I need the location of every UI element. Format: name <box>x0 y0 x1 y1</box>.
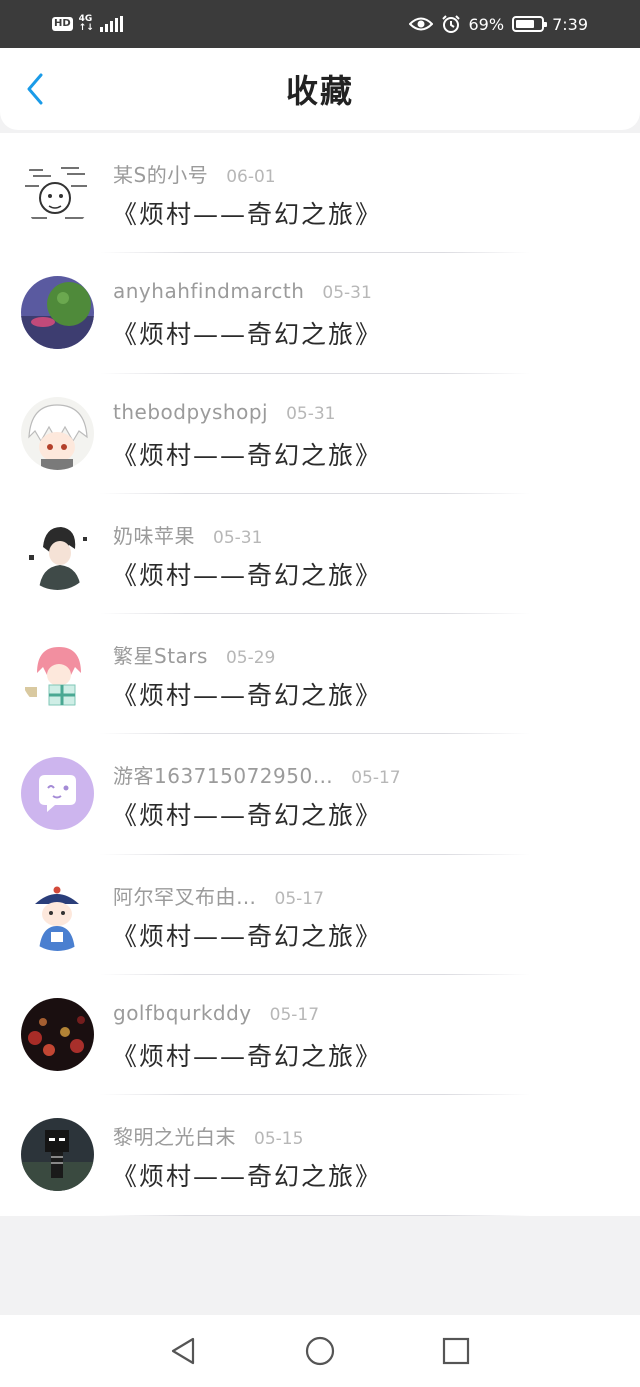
username: 阿尔罕叉布由… <box>113 884 257 909</box>
item-title: 《烦村——奇幻之旅》 <box>112 921 383 951</box>
item-title: 《烦村——奇幻之旅》 <box>112 320 383 350</box>
item-meta: 游客163715072950… 05-17 <box>113 760 401 789</box>
back-button[interactable] <box>20 72 50 106</box>
list-item[interactable]: thebodpyshopj 05-31 《烦村——奇幻之旅》 <box>0 374 640 494</box>
list-item[interactable]: 游客163715072950… 05-17 《烦村——奇幻之旅》 <box>0 734 640 855</box>
item-title: 《烦村——奇幻之旅》 <box>112 681 383 711</box>
avatar[interactable] <box>21 276 94 350</box>
item-meta: 繁星Stars 05-29 <box>113 640 275 669</box>
date: 05-17 <box>351 768 401 789</box>
qing-official-cartoon-avatar-icon <box>21 877 94 951</box>
username: 奶味苹果 <box>113 523 195 548</box>
avatar[interactable] <box>21 637 94 711</box>
username: 某S的小号 <box>113 163 209 187</box>
item-title: 《烦村——奇幻之旅》 <box>112 1042 383 1072</box>
divider <box>100 1214 530 1216</box>
list-item[interactable]: anyhahfindmarcth 05-31 《烦村——奇幻之旅》 <box>0 253 640 374</box>
username: 游客163715072950… <box>113 764 334 789</box>
signal-icon <box>99 16 123 32</box>
green-planet-avatar-icon <box>21 276 94 350</box>
item-meta: anyhahfindmarcth 05-31 <box>113 279 372 303</box>
date: 05-31 <box>322 283 372 304</box>
avatar[interactable] <box>21 156 94 229</box>
date: 05-15 <box>254 1129 304 1150</box>
date: 05-31 <box>286 403 336 424</box>
purple-chat-bubble-avatar-icon <box>21 757 94 831</box>
item-meta: 奶味苹果 05-31 <box>113 520 262 549</box>
header: 收藏 <box>0 48 640 130</box>
square-recents-icon[interactable] <box>440 1335 472 1367</box>
page-title: 收藏 <box>285 72 354 110</box>
list-item[interactable]: 繁星Stars 05-29 《烦村——奇幻之旅》 <box>0 614 640 735</box>
clock-time: 7:39 <box>552 14 588 34</box>
item-title: 《烦村——奇幻之旅》 <box>112 801 383 831</box>
item-title: 《烦村——奇幻之旅》 <box>112 560 383 590</box>
username: golfbqurkddy <box>113 1001 252 1026</box>
item-meta: 黎明之光白末 05-15 <box>113 1121 303 1150</box>
hd-badge: HD <box>52 17 73 31</box>
system-nav-bar <box>0 1315 640 1387</box>
username: anyhahfindmarcth <box>113 279 305 304</box>
list-item[interactable]: 黎明之光白末 05-15 《烦村——奇幻之旅》 <box>0 1095 640 1216</box>
chevron-left-icon <box>27 73 43 105</box>
item-meta: golfbqurkddy 05-17 <box>113 1001 319 1025</box>
date: 05-29 <box>225 648 276 669</box>
username: thebodpyshopj <box>113 399 269 424</box>
item-meta: 阿尔罕叉布由… 05-17 <box>113 881 324 910</box>
username: 繁星Stars <box>113 644 208 669</box>
white-hair-anime-avatar-icon <box>21 396 94 470</box>
list-item[interactable]: 奶味苹果 05-31 《烦村——奇幻之旅》 <box>0 494 640 615</box>
username: 黎明之光白末 <box>113 1125 236 1150</box>
date: 05-31 <box>213 527 263 548</box>
pixel-skeleton-avatar-icon <box>21 1118 94 1192</box>
circle-home-icon[interactable] <box>304 1335 336 1367</box>
favorites-list: 某S的小号 06-01 《烦村——奇幻之旅》 anyhahfindmarcth … <box>0 133 640 1216</box>
network-icon: 4G ↑↓ <box>79 15 94 33</box>
date: 06-01 <box>226 167 276 187</box>
date: 05-17 <box>269 1005 320 1026</box>
avatar[interactable] <box>21 516 94 590</box>
eye-icon <box>408 17 433 31</box>
pink-hair-anime-avatar-icon <box>21 637 94 711</box>
alarm-icon <box>441 15 460 33</box>
bokeh-hearts-avatar-icon <box>21 998 94 1072</box>
list-item[interactable]: 阿尔罕叉布由… 05-17 《烦村——奇幻之旅》 <box>0 855 640 976</box>
dark-hair-anime-avatar-icon <box>21 516 94 590</box>
list-item[interactable]: golfbqurkddy 05-17 《烦村——奇幻之旅》 <box>0 975 640 1096</box>
status-left: HD 4G ↑↓ <box>52 15 123 33</box>
date: 05-17 <box>274 888 324 909</box>
item-title: 《烦村——奇幻之旅》 <box>112 1162 383 1192</box>
status-right: 69% 7:39 <box>408 14 588 34</box>
network-activity: ↑↓ <box>78 23 94 33</box>
battery-percent: 69% <box>468 14 505 34</box>
meme-drawing-avatar-icon <box>21 156 94 229</box>
triangle-back-icon[interactable] <box>167 1335 199 1367</box>
item-meta: 某S的小号 06-01 <box>113 159 276 188</box>
avatar[interactable] <box>21 877 94 951</box>
avatar[interactable] <box>21 757 94 831</box>
item-meta: thebodpyshopj 05-31 <box>113 400 335 424</box>
avatar[interactable] <box>21 1118 94 1192</box>
list-item[interactable]: 某S的小号 06-01 《烦村——奇幻之旅》 <box>0 133 640 254</box>
item-title: 《烦村——奇幻之旅》 <box>112 200 383 229</box>
battery-icon <box>512 16 548 32</box>
item-title: 《烦村——奇幻之旅》 <box>112 440 383 470</box>
avatar[interactable] <box>21 396 94 470</box>
status-bar: HD 4G ↑↓ 69% 7:39 <box>0 0 640 48</box>
avatar[interactable] <box>21 998 94 1072</box>
